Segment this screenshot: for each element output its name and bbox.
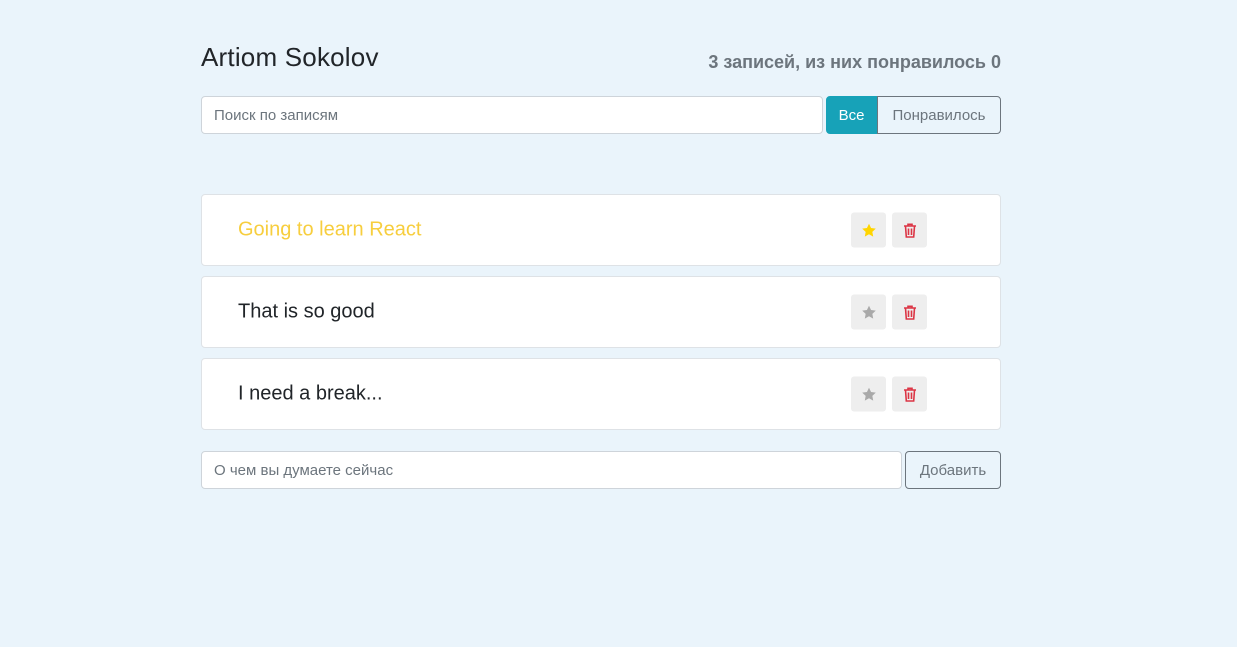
post-label[interactable]: I need a break... xyxy=(238,383,383,406)
trash-icon xyxy=(903,222,917,238)
star-button[interactable] xyxy=(851,294,886,330)
post-label[interactable]: That is so good xyxy=(238,301,375,324)
post-list: Going to learn React That is so good I n… xyxy=(201,194,1001,440)
post-actions xyxy=(851,376,927,412)
post-actions xyxy=(851,294,927,330)
delete-button[interactable] xyxy=(892,212,927,248)
star-icon xyxy=(861,222,877,238)
star-button[interactable] xyxy=(851,212,886,248)
star-icon xyxy=(861,304,877,320)
app-header: Artiom Sokolov 3 записей, из них понрави… xyxy=(201,42,1001,78)
post-label[interactable]: Going to learn React xyxy=(238,219,421,242)
post-list-item: That is so good xyxy=(201,276,1001,348)
post-add-form: Добавить xyxy=(201,451,1001,489)
filter-button-group: Все Понравилось xyxy=(826,96,1001,134)
new-post-input[interactable] xyxy=(201,451,902,489)
filter-liked-button[interactable]: Понравилось xyxy=(877,96,1001,134)
add-post-button[interactable]: Добавить xyxy=(905,451,1001,489)
delete-button[interactable] xyxy=(892,376,927,412)
app-title: Artiom Sokolov xyxy=(201,42,379,72)
star-icon xyxy=(861,386,877,402)
filter-all-button[interactable]: Все xyxy=(826,96,877,134)
search-input[interactable] xyxy=(201,96,823,134)
post-list-item: I need a break... xyxy=(201,358,1001,430)
star-button[interactable] xyxy=(851,376,886,412)
posts-stats: 3 записей, из них понравилось 0 xyxy=(708,52,1001,72)
trash-icon xyxy=(903,386,917,402)
search-panel: Все Понравилось xyxy=(201,96,1001,134)
post-actions xyxy=(851,212,927,248)
post-list-item: Going to learn React xyxy=(201,194,1001,266)
delete-button[interactable] xyxy=(892,294,927,330)
trash-icon xyxy=(903,304,917,320)
